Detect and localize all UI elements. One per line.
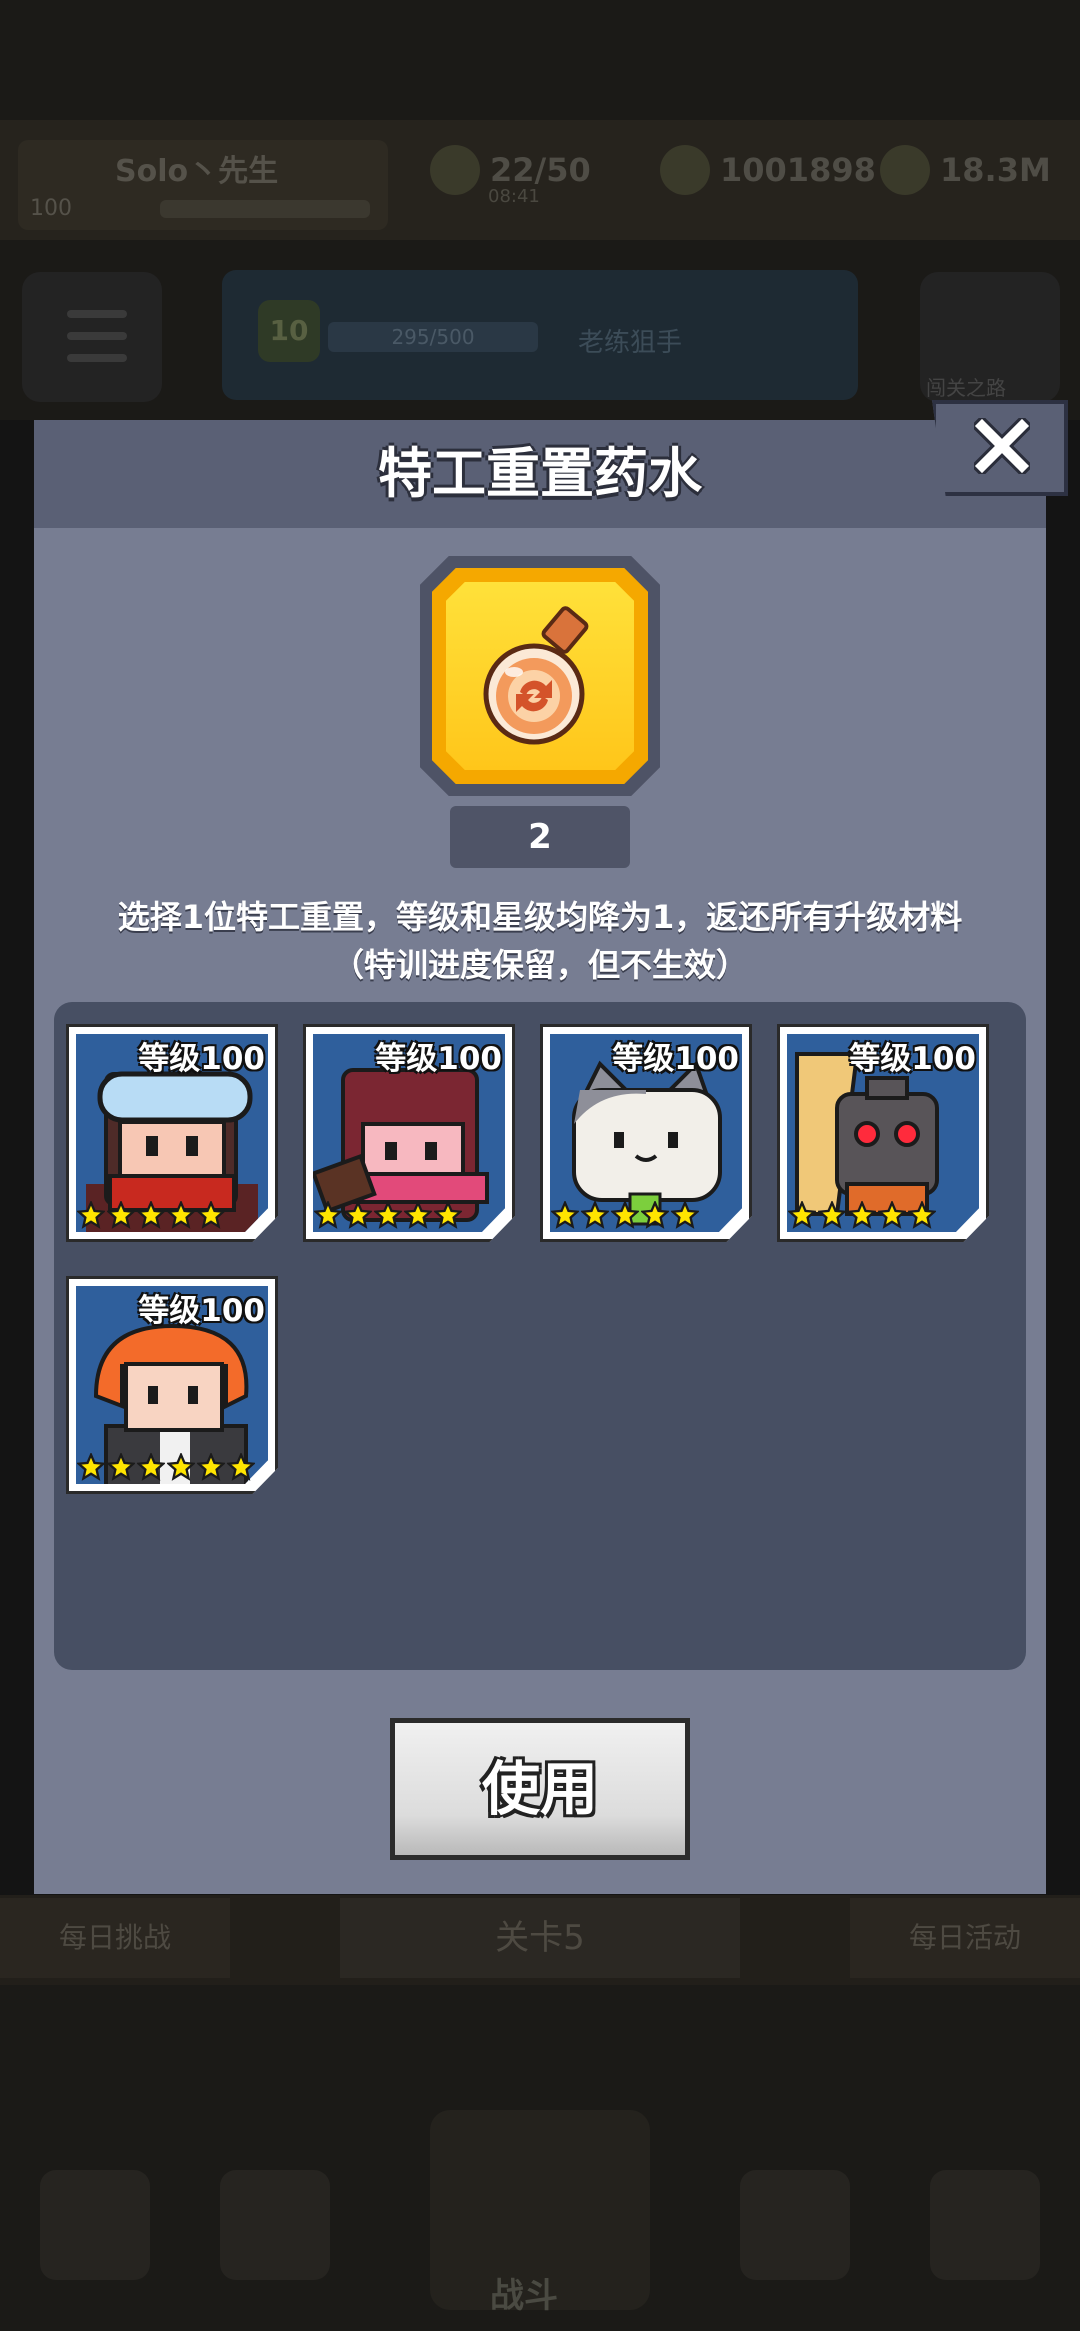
- star-icon: [848, 1201, 876, 1229]
- star-icon: [611, 1201, 639, 1229]
- rank-badge: 10: [258, 300, 320, 362]
- star-icon: [788, 1201, 816, 1229]
- nav-agents: [220, 2170, 330, 2280]
- star-icon: [77, 1453, 105, 1481]
- gold-resource: 1001898: [660, 145, 876, 195]
- star-icon: [671, 1201, 699, 1229]
- player-level: 100: [30, 196, 72, 221]
- star-icon: [908, 1201, 936, 1229]
- use-button[interactable]: 使用: [390, 1718, 690, 1860]
- rank-progress: 295/500: [328, 322, 538, 352]
- star-icon: [197, 1201, 225, 1229]
- road-label: 闯关之路: [926, 376, 1006, 400]
- use-button-label: 使用: [481, 1755, 598, 1823]
- star-icon: [77, 1201, 105, 1229]
- star-icon: [878, 1201, 906, 1229]
- agent-card-cat[interactable]: 等级100: [540, 1024, 752, 1242]
- star-icon: [434, 1201, 462, 1229]
- star-icon: [404, 1201, 432, 1229]
- star-icon: [197, 1453, 225, 1481]
- rank-title: 老练狙手: [578, 328, 683, 358]
- agent-card-goggles[interactable]: 等级100: [66, 1024, 278, 1242]
- star-icon: [344, 1201, 372, 1229]
- energy-value: 22/50: [490, 151, 591, 189]
- gold-icon: [660, 145, 710, 195]
- player-name: Solo丶先生: [115, 154, 279, 189]
- star-icon: [107, 1201, 135, 1229]
- energy-icon: [430, 145, 480, 195]
- close-button[interactable]: [932, 400, 1068, 496]
- nav-map: [930, 2170, 1040, 2280]
- agent-level: 等级100: [612, 1041, 739, 1077]
- star-icon: [641, 1201, 669, 1229]
- item-count: 2: [450, 806, 630, 868]
- reset-potion-icon: [483, 606, 589, 745]
- menu-button: [22, 272, 162, 402]
- agent-card-robot[interactable]: 等级100: [777, 1024, 989, 1242]
- agent-level: 等级100: [138, 1041, 265, 1077]
- agent-stars: [77, 1453, 255, 1481]
- cash-value: 18.3M: [940, 151, 1051, 189]
- nav-shop: [40, 2170, 150, 2280]
- agent-card-redhead[interactable]: 等级100: [66, 1276, 278, 1494]
- agent-level: 等级100: [849, 1041, 976, 1077]
- cash-icon: [880, 145, 930, 195]
- gold-value: 1001898: [720, 151, 876, 189]
- cash-resource: 18.3M: [880, 145, 1051, 195]
- agent-level: 等级100: [375, 1041, 502, 1077]
- daily-challenge: 每日挑战: [0, 1898, 230, 1978]
- energy-timer: 08:41: [488, 186, 540, 207]
- agent-card-ninja[interactable]: 等级100: [303, 1024, 515, 1242]
- agent-stars: [77, 1201, 225, 1229]
- star-icon: [167, 1201, 195, 1229]
- star-icon: [137, 1201, 165, 1229]
- star-icon: [374, 1201, 402, 1229]
- star-icon: [551, 1201, 579, 1229]
- nav-battle-label: 战斗: [490, 2276, 558, 2316]
- description-line-2: （特训进度保留，但不生效）: [331, 946, 748, 984]
- star-icon: [167, 1453, 195, 1481]
- use-button-face: 使用: [395, 1723, 685, 1855]
- player-xp-bar: [160, 200, 370, 218]
- agent-stars: [551, 1201, 699, 1229]
- agent-stars: [788, 1201, 936, 1229]
- agent-level: 等级100: [138, 1293, 265, 1329]
- star-icon: [314, 1201, 342, 1229]
- star-icon: [818, 1201, 846, 1229]
- daily-activity: 每日活动: [850, 1898, 1080, 1978]
- star-icon: [227, 1453, 255, 1481]
- stage-label: 关卡5: [340, 1898, 740, 1978]
- dialog-title: 特工重置药水: [378, 442, 702, 505]
- description-line-1: 选择1位特工重置，等级和星级均降为1，返还所有升级材料: [117, 898, 963, 936]
- star-icon: [137, 1453, 165, 1481]
- star-icon: [581, 1201, 609, 1229]
- star-icon: [107, 1453, 135, 1481]
- close-icon: [974, 418, 1030, 474]
- nav-upgrade: [740, 2170, 850, 2280]
- agent-stars: [314, 1201, 462, 1229]
